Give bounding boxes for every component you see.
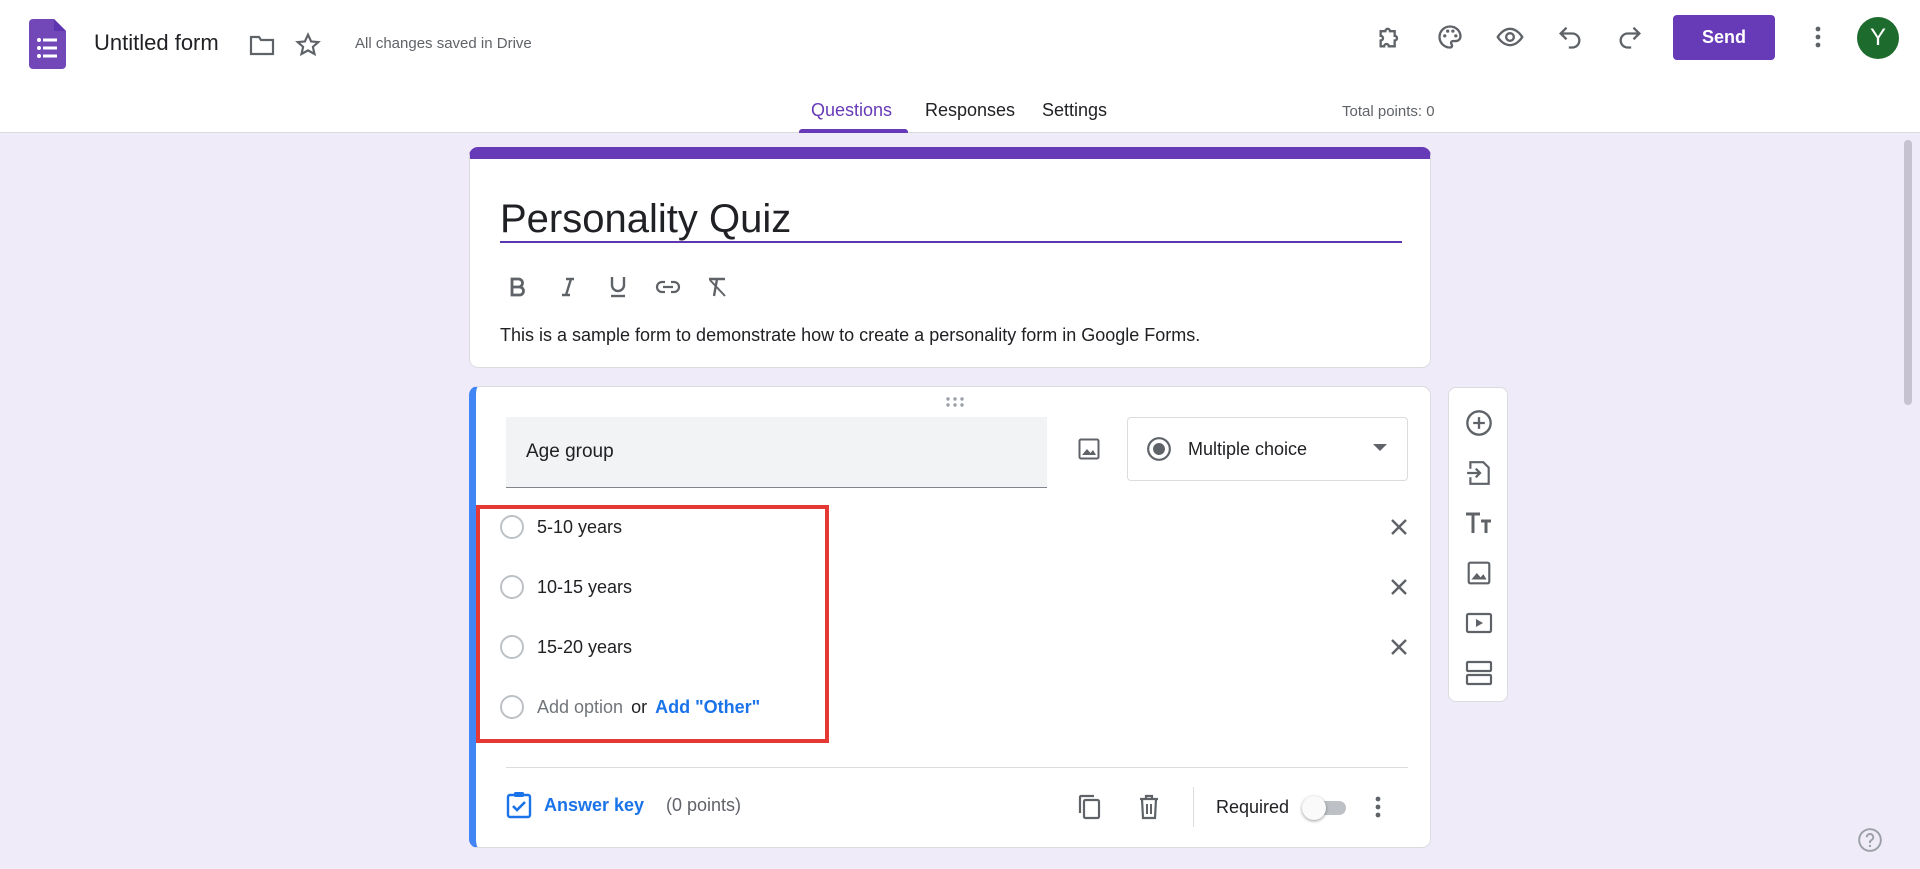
link-icon[interactable]	[650, 269, 686, 305]
question-type-dropdown[interactable]: Multiple choice	[1127, 417, 1408, 481]
remove-option-close-icon[interactable]	[1385, 633, 1413, 661]
answer-key-button[interactable]: Answer key	[506, 791, 644, 819]
toggle-knob	[1302, 796, 1326, 820]
bold-icon[interactable]	[500, 269, 536, 305]
radio-icon	[500, 635, 524, 659]
clear-formatting-icon[interactable]	[700, 269, 736, 305]
add-title-text-icon[interactable]	[1461, 505, 1497, 541]
form-title[interactable]: Untitled form	[94, 30, 219, 56]
floating-toolbar	[1448, 387, 1508, 702]
italic-icon[interactable]	[550, 269, 586, 305]
redo-icon[interactable]	[1614, 21, 1646, 53]
form-description[interactable]: This is a sample form to demonstrate how…	[500, 325, 1200, 346]
account-avatar[interactable]: Y	[1857, 17, 1899, 59]
radio-icon	[500, 515, 524, 539]
remove-option-close-icon[interactable]	[1385, 573, 1413, 601]
tab-questions[interactable]: Questions	[811, 100, 892, 121]
question-points: (0 points)	[666, 795, 742, 815]
option-label[interactable]: 15-20 years	[537, 637, 632, 658]
page-scrollbar[interactable]	[1904, 140, 1912, 405]
radio-icon	[500, 695, 524, 719]
footer-divider	[506, 767, 1408, 768]
add-image-icon[interactable]	[1461, 555, 1497, 591]
add-video-icon[interactable]	[1461, 605, 1497, 641]
option-label[interactable]: 5-10 years	[537, 517, 622, 538]
add-other-button[interactable]: Add "Other"	[655, 697, 760, 718]
chevron-down-icon	[1373, 444, 1387, 451]
send-button[interactable]: Send	[1673, 15, 1775, 60]
remove-option-close-icon[interactable]	[1385, 513, 1413, 541]
add-ons-puzzle-icon[interactable]	[1374, 21, 1406, 53]
underline-icon[interactable]	[600, 269, 636, 305]
or-text: or	[631, 696, 648, 717]
question-title-input[interactable]: Age group	[506, 417, 1047, 488]
undo-icon[interactable]	[1554, 21, 1586, 53]
footer-vertical-divider	[1193, 787, 1194, 827]
answer-key-label: Answer key	[544, 794, 645, 815]
radio-icon	[500, 575, 524, 599]
add-section-icon[interactable]	[1461, 655, 1497, 691]
save-status: All changes saved in Drive	[355, 35, 532, 52]
format-toolbar	[500, 269, 736, 305]
more-vert-icon[interactable]	[1360, 789, 1396, 825]
quiz-title-input[interactable]: Personality Quiz	[500, 197, 1402, 243]
more-vert-icon[interactable]	[1802, 21, 1834, 53]
option-row[interactable]: 5-10 years	[500, 507, 1420, 547]
required-label: Required	[1216, 797, 1290, 817]
tab-bar: Questions Responses Settings Total point…	[0, 96, 1920, 133]
question-card[interactable]: Age group Multiple choice 5-10 years 10-…	[469, 386, 1431, 848]
drag-handle-icon[interactable]	[945, 395, 965, 413]
add-option-input[interactable]: Add option	[537, 697, 623, 718]
tab-responses[interactable]: Responses	[925, 100, 1015, 121]
forms-logo-icon[interactable]	[29, 19, 66, 69]
tab-settings[interactable]: Settings	[1042, 100, 1107, 121]
option-row[interactable]: 10-15 years	[500, 567, 1420, 607]
assignment-check-icon	[506, 792, 532, 819]
add-question-icon[interactable]	[1461, 405, 1497, 441]
question-type-label: Multiple choice	[1188, 438, 1308, 459]
import-questions-icon[interactable]	[1461, 455, 1497, 491]
star-icon[interactable]	[292, 29, 324, 61]
palette-icon[interactable]	[1434, 21, 1466, 53]
top-app-bar: Untitled form All changes saved in Drive…	[0, 0, 1920, 133]
form-header-card[interactable]: Personality Quiz This is a sample form t…	[469, 147, 1431, 368]
help-icon[interactable]	[1856, 826, 1884, 854]
active-tab-indicator	[799, 129, 908, 133]
delete-trash-icon[interactable]	[1131, 789, 1167, 825]
option-label[interactable]: 10-15 years	[537, 577, 632, 598]
radio-selected-icon	[1147, 437, 1171, 461]
add-option-row: Add option or Add "Other"	[500, 687, 1420, 727]
add-image-icon[interactable]	[1071, 431, 1107, 467]
preview-eye-icon[interactable]	[1494, 21, 1526, 53]
folder-icon[interactable]	[246, 29, 278, 61]
option-row[interactable]: 15-20 years	[500, 627, 1420, 667]
duplicate-copy-icon[interactable]	[1071, 789, 1107, 825]
total-points: Total points: 0	[1342, 103, 1435, 120]
required-toggle[interactable]	[1302, 796, 1348, 820]
